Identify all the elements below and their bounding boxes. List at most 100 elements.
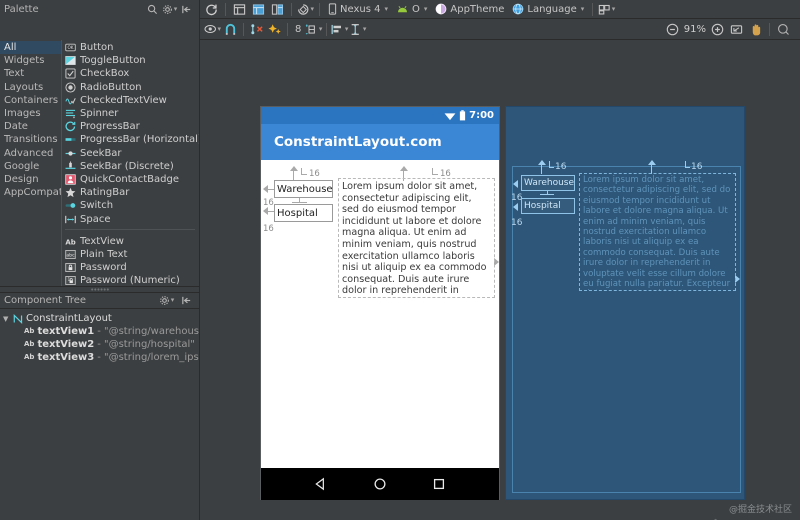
blueprint-constraint-top-warehouse	[541, 164, 542, 174]
design-canvas[interactable]: 7:00 ConstraintLayout.com 16 16 16 16 Wa…	[200, 40, 800, 520]
textview-icon: Ab	[24, 340, 35, 348]
back-icon[interactable]	[314, 477, 328, 491]
clear-constraints-icon[interactable]	[248, 21, 265, 37]
palette-category-google[interactable]: Google	[0, 160, 61, 173]
constraint-tick-top-right-b	[432, 174, 438, 175]
palette-category-design[interactable]: Design	[0, 173, 61, 186]
togglebutton-icon	[65, 55, 76, 66]
zoom-in-icon[interactable]	[709, 21, 726, 37]
chevron-down-icon: ▾	[318, 24, 323, 33]
palette-item-label: QuickContactBadge	[80, 173, 180, 185]
design-mode-icon[interactable]	[231, 1, 248, 17]
palette-item-togglebutton[interactable]: ToggleButton	[62, 54, 199, 67]
constraint-toolbar-row: ▾ 8 ▾ ▾ ▾ 91%	[0, 18, 800, 40]
palette-item-quickcontactbadge[interactable]: QuickContactBadge	[62, 173, 199, 186]
eye-icon[interactable]: ▾	[204, 21, 221, 37]
theme-icon	[435, 3, 447, 15]
default-margin-value[interactable]: 8	[292, 21, 304, 37]
canvas-resize-grip[interactable]: ••••••	[700, 515, 723, 520]
collapse-icon[interactable]	[178, 1, 195, 17]
progressbar-icon	[65, 121, 76, 132]
palette-item-progressbar-horizontal[interactable]: ProgressBar (Horizontal)	[62, 133, 199, 146]
search-icon[interactable]	[144, 1, 161, 17]
palette-item-label: Button	[80, 42, 114, 54]
api-selector[interactable]: O ▾	[393, 1, 430, 17]
design-and-blueprint-icon[interactable]	[269, 1, 286, 17]
palette-item-label: Password	[80, 262, 127, 274]
tree-row-textview2[interactable]: Ab textView2 - "@string/hospital"	[0, 338, 199, 351]
theme-selector[interactable]: AppTheme	[432, 1, 507, 17]
tree-row-textview1[interactable]: Ab textView1 - "@string/warehouse"	[0, 325, 199, 338]
align-icon[interactable]: ▾	[331, 21, 348, 37]
palette-item-checkedtextview[interactable]: CheckedTextView	[62, 94, 199, 107]
palette-item-ratingbar[interactable]: RatingBar	[62, 186, 199, 199]
palette-item-radiobutton[interactable]: RadioButton	[62, 81, 199, 94]
widget-text: Hospital	[277, 207, 318, 219]
palette-item-progressbar[interactable]: ProgressBar	[62, 120, 199, 133]
palette-category-appcompat[interactable]: AppCompat	[0, 186, 61, 199]
tree-node-resource: - "@string/warehouse"	[97, 326, 199, 337]
palette-category-date[interactable]: Date	[0, 120, 61, 133]
palette-category-text[interactable]: Text	[0, 67, 61, 80]
preview-widget-hospital[interactable]: Hospital	[274, 204, 333, 222]
orientation-icon[interactable]: ▾	[297, 1, 314, 17]
gear-icon[interactable]: ▾	[161, 1, 178, 17]
toolbar-separator	[326, 22, 328, 36]
expand-triangle-icon[interactable]: ▼	[3, 315, 10, 323]
zoom-search-icon[interactable]	[775, 21, 792, 37]
palette-item-spinner[interactable]: Spinner	[62, 107, 199, 120]
palette-category-containers[interactable]: Containers	[0, 94, 61, 107]
palette-item-password[interactable]: Password	[62, 261, 199, 274]
widget-text: Lorem ipsum dolor sit amet, consectetur …	[583, 175, 731, 290]
theme-label: AppTheme	[450, 3, 505, 15]
pan-hand-icon[interactable]	[747, 21, 764, 37]
blueprint-arrow-up-lorem	[648, 160, 656, 165]
blueprint-widget-warehouse[interactable]: Warehouse	[521, 175, 575, 191]
zoom-out-icon[interactable]	[664, 21, 681, 37]
palette-item-seekbar[interactable]: SeekBar	[62, 147, 199, 160]
palette-item-plain-text[interactable]: abc Plain Text	[62, 248, 199, 261]
blueprint-widget-lorem[interactable]: Lorem ipsum dolor sit amet, consectetur …	[579, 173, 736, 291]
blueprint-preview[interactable]: 16 16 16 16 Warehouse Hospital Lorem ips…	[505, 106, 745, 500]
refresh-icon[interactable]	[203, 1, 220, 17]
palette-category-layouts[interactable]: Layouts	[0, 81, 61, 94]
magnet-icon[interactable]	[222, 21, 239, 37]
palette-item-seekbar-discrete[interactable]: SeekBar (Discrete)	[62, 160, 199, 173]
language-selector[interactable]: Language ▾	[509, 1, 587, 17]
blueprint-widget-hospital[interactable]: Hospital	[521, 198, 575, 214]
preview-widget-warehouse[interactable]: Warehouse	[274, 180, 333, 198]
layout-variants-icon[interactable]: ▾	[598, 1, 615, 17]
palette-item-checkbox[interactable]: CheckBox	[62, 67, 199, 80]
palette-category-transitions[interactable]: Transitions	[0, 133, 61, 146]
android-icon	[396, 5, 409, 14]
blueprint-root-container[interactable]: 16 16 16 16 Warehouse Hospital Lorem ips…	[511, 160, 741, 493]
palette-item-password-numeric[interactable]: 1 Password (Numeric)	[62, 274, 199, 286]
tree-row-constraintlayout[interactable]: ▼ ConstraintLayout	[0, 312, 199, 325]
palette-category-all[interactable]: All	[0, 41, 61, 55]
device-preview[interactable]: 7:00 ConstraintLayout.com 16 16 16 16 Wa…	[260, 106, 500, 500]
palette-item-button[interactable]: OK Button	[62, 41, 199, 54]
toolbar-separator	[287, 22, 288, 36]
gear-icon[interactable]: ▾	[158, 293, 175, 309]
palette-item-textview[interactable]: Ab TextView	[62, 235, 199, 248]
zoom-to-fit-icon[interactable]	[728, 21, 745, 37]
palette-category-advanced[interactable]: Advanced	[0, 147, 61, 160]
infer-constraints-icon[interactable]	[266, 21, 283, 37]
device-label: Nexus 4	[340, 3, 381, 15]
preview-widget-lorem[interactable]: Lorem ipsum dolor sit amet, consectetur …	[338, 178, 495, 298]
recents-icon[interactable]	[432, 477, 446, 491]
device-selector[interactable]: Nexus 4 ▾	[325, 1, 391, 17]
guidelines-icon[interactable]: ▾	[349, 21, 366, 37]
palette-item-switch[interactable]: Switch	[62, 199, 199, 212]
pack-icon[interactable]: ▾	[305, 21, 322, 37]
collapse-icon[interactable]	[178, 293, 195, 309]
palette-item-label: Plain Text	[80, 248, 128, 260]
layout-screen[interactable]: 16 16 16 16 Warehouse Hospital Lorem ips…	[261, 160, 499, 468]
palette-category-images[interactable]: Images	[0, 107, 61, 120]
chevron-down-icon: ▾	[384, 4, 388, 13]
palette-item-space[interactable]: Space	[62, 212, 199, 225]
blueprint-mode-icon[interactable]	[250, 1, 267, 17]
home-icon[interactable]	[373, 477, 387, 491]
palette-category-widgets[interactable]: Widgets	[0, 54, 61, 67]
tree-row-textview3[interactable]: Ab textView3 - "@string/lorem_ipsum"	[0, 351, 199, 364]
